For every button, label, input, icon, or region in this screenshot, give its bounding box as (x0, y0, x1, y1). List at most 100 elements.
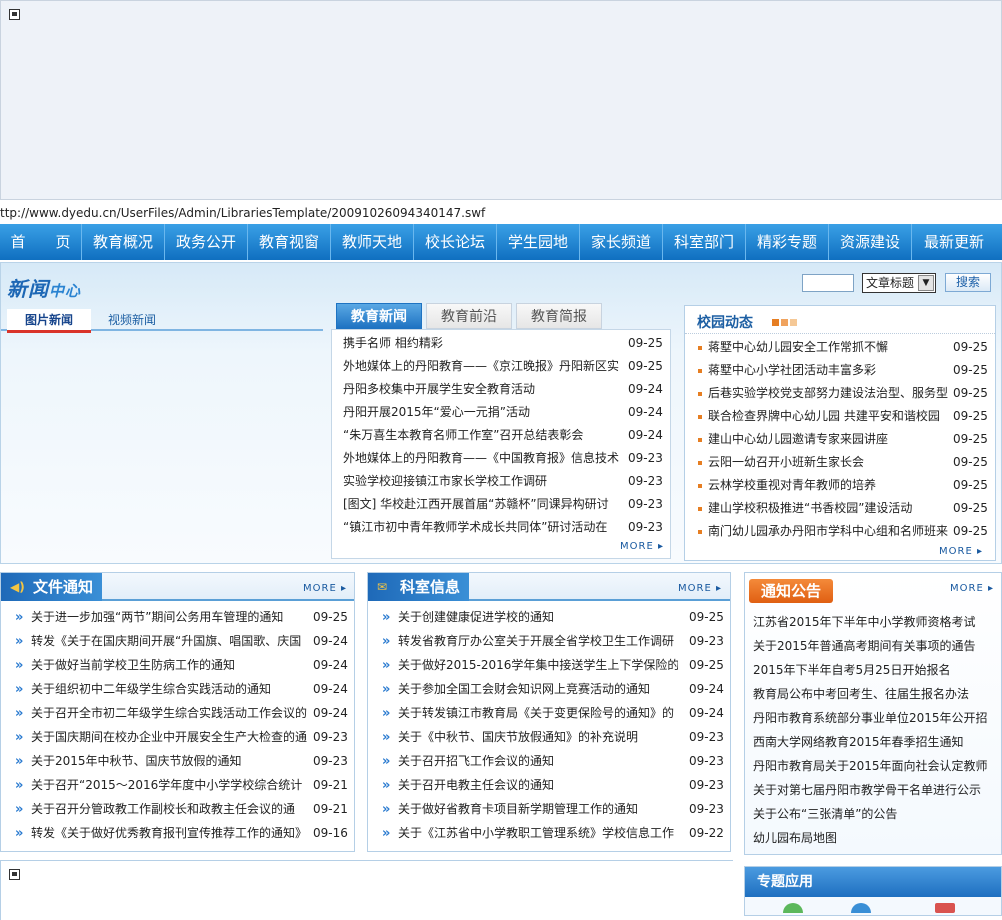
app-icon[interactable] (851, 903, 871, 913)
bullet-icon (698, 438, 702, 442)
list-item[interactable]: » 关于召开“2015～2016学年度中小学学校综合统计 09-21 (1, 774, 354, 797)
announcement-panel: 通知公告 MORE 江苏省2015年下半年中小学教师资格考试 关于2015年普通… (744, 572, 1002, 855)
campus-news-more-link[interactable]: MORE (939, 546, 983, 557)
announcement-more-link[interactable]: MORE (950, 583, 994, 594)
nav-topics[interactable]: 精彩专题 (746, 224, 829, 260)
nav-departments[interactable]: 科室部门 (663, 224, 746, 260)
bullet-icon (698, 484, 702, 488)
envelope-icon: ✉ (377, 580, 388, 594)
list-item[interactable]: » 关于转发镇江市教育局《关于变更保险号的通知》的 09-24 (368, 702, 730, 725)
list-item[interactable]: 关于2015年普通高考期间有关事项的通告 (753, 637, 999, 654)
bullet-icon (698, 392, 702, 396)
tab-picture-news[interactable]: 图片新闻 (7, 309, 91, 333)
list-item[interactable]: [图文] 华校赴江西开展首届“苏赣杯”同课异构研讨 09-23 (332, 493, 670, 516)
double-chevron-icon: » (382, 802, 391, 817)
list-item[interactable]: » 转发《关于在国庆期间开展“升国旗、唱国歌、庆国 09-24 (1, 630, 354, 653)
app-icon[interactable] (935, 903, 955, 913)
list-item[interactable]: » 关于创建健康促进学校的通知 09-25 (368, 606, 730, 629)
search-button[interactable]: 搜索 (945, 273, 991, 292)
list-item[interactable]: » 关于《江苏省中小学教职工管理系统》学校信息工作 09-22 (368, 822, 730, 845)
list-item[interactable]: » 关于做好2015-2016学年集中接送学生上下学保险的 09-25 (368, 654, 730, 677)
tab-education-news[interactable]: 教育新闻 (336, 303, 422, 329)
list-item[interactable]: 云阳一幼召开小班新生家长会 09-25 (685, 451, 995, 474)
list-item[interactable]: » 关于国庆期间在校办企业中开展安全生产大检查的通 09-23 (1, 726, 354, 749)
nav-teachers[interactable]: 教师天地 (331, 224, 414, 260)
list-item[interactable]: » 关于做好省教育卡项目新学期管理工作的通知 09-23 (368, 798, 730, 821)
list-item[interactable]: 建山中心幼儿园邀请专家来园讲座 09-25 (685, 428, 995, 451)
list-item[interactable]: » 关于2015年中秋节、国庆节放假的通知 09-23 (1, 750, 354, 773)
double-chevron-icon: » (15, 802, 24, 817)
double-chevron-icon: » (382, 610, 391, 625)
tab-education-brief[interactable]: 教育简报 (516, 303, 602, 329)
list-item[interactable]: » 转发省教育厅办公室关于开展全省学校卫生工作调研 09-23 (368, 630, 730, 653)
list-item[interactable]: 实验学校迎接镇江市家长学校工作调研 09-23 (332, 470, 670, 493)
list-item[interactable]: » 关于做好当前学校卫生防病工作的通知 09-24 (1, 654, 354, 677)
list-item[interactable]: » 关于召开招飞工作会议的通知 09-23 (368, 750, 730, 773)
list-item[interactable]: 蒋墅中心小学社团活动丰富多彩 09-25 (685, 359, 995, 382)
tab-education-frontier[interactable]: 教育前沿 (426, 303, 512, 329)
nav-overview[interactable]: 教育概况 (82, 224, 165, 260)
nav-latest[interactable]: 最新更新 (912, 224, 996, 260)
nav-home[interactable]: 首 页 (0, 224, 82, 260)
list-item[interactable]: 关于对第七届丹阳市教学骨干名单进行公示 (753, 781, 999, 798)
nav-resources[interactable]: 资源建设 (829, 224, 912, 260)
nav-principals[interactable]: 校长论坛 (414, 224, 497, 260)
double-chevron-icon: » (15, 754, 24, 769)
double-chevron-icon: » (15, 706, 24, 721)
list-item[interactable]: 2015年下半年自考5月25日开始报名 (753, 661, 999, 678)
list-item[interactable]: 丹阳市教育局关于2015年面向社会认定教师 (753, 757, 999, 774)
nav-parents[interactable]: 家长频道 (580, 224, 663, 260)
list-item[interactable]: » 关于组织初中二年级学生综合实践活动的通知 09-24 (1, 678, 354, 701)
search-input[interactable] (802, 274, 854, 292)
list-item[interactable]: 联合检查界牌中心幼儿园 共建平安和谐校园 09-25 (685, 405, 995, 428)
list-item[interactable]: 携手名师 相约精彩 09-25 (332, 332, 670, 355)
list-item[interactable]: 丹阳市教育系统部分事业单位2015年公开招 (753, 709, 999, 726)
list-item[interactable]: » 关于《中秋节、国庆节放假通知》的补充说明 09-23 (368, 726, 730, 749)
list-item[interactable]: 后巷实验学校党支部努力建设法治型、服务型 09-25 (685, 382, 995, 405)
education-news-more-link[interactable]: MORE (620, 541, 664, 552)
list-item[interactable]: 云林学校重视对青年教师的培养 09-25 (685, 474, 995, 497)
campus-news-title: 校园动态 (697, 315, 753, 331)
list-item[interactable]: » 关于进一步加强“两节”期间公务用车管理的通知 09-25 (1, 606, 354, 629)
list-item[interactable]: “朱万喜生本教育名师工作室”召开总结表彰会 09-24 (332, 424, 670, 447)
list-item[interactable]: 丹阳多校集中开展学生安全教育活动 09-24 (332, 378, 670, 401)
list-item[interactable]: » 关于召开分管政教工作副校长和政教主任会议的通 09-21 (1, 798, 354, 821)
file-notice-more-link[interactable]: MORE (303, 583, 347, 594)
list-item[interactable]: 关于公布“三张清单”的公告 (753, 805, 999, 822)
list-item[interactable]: 蒋墅中心幼儿园安全工作常抓不懈 09-25 (685, 336, 995, 359)
plugin-icon (9, 9, 20, 20)
list-item[interactable]: 建山学校积极推进“书香校园”建设活动 09-25 (685, 497, 995, 520)
double-chevron-icon: » (15, 826, 24, 841)
bullet-icon (698, 369, 702, 373)
list-item[interactable]: 外地媒体上的丹阳教育——《京江晚报》丹阳新区实 09-25 (332, 355, 670, 378)
list-item[interactable]: » 关于召开电教主任会议的通知 09-23 (368, 774, 730, 797)
flash-bottom-placeholder (0, 860, 733, 920)
double-chevron-icon: » (382, 826, 391, 841)
app-icon[interactable] (783, 903, 803, 913)
list-item[interactable]: 江苏省2015年下半年中小学教师资格考试 (753, 613, 999, 630)
double-chevron-icon: » (15, 730, 24, 745)
plugin-icon (9, 869, 20, 880)
search-field-select[interactable]: 文章标题 ▼ (862, 273, 936, 293)
list-item[interactable]: » 关于召开全市初二年级学生综合实践活动工作会议的 09-24 (1, 702, 354, 725)
double-chevron-icon: » (382, 730, 391, 745)
list-item[interactable]: 外地媒体上的丹阳教育——《中国教育报》信息技术 09-23 (332, 447, 670, 470)
list-item[interactable]: 西南大学网络教育2015年春季招生通知 (753, 733, 999, 750)
nav-government[interactable]: 政务公开 (165, 224, 248, 260)
list-item[interactable]: 教育局公布中考回考生、往届生报名办法 (753, 685, 999, 702)
list-item[interactable]: 幼儿园布局地图 (753, 829, 999, 846)
double-chevron-icon: » (382, 658, 391, 673)
list-item[interactable]: » 转发《关于做好优秀教育报刊宣传推荐工作的通知》 09-16 (1, 822, 354, 845)
nav-window[interactable]: 教育视窗 (248, 224, 331, 260)
tab-video-news[interactable]: 视频新闻 (97, 309, 167, 333)
list-item[interactable]: “镇江市初中青年教师学术成长共同体”研讨活动在 09-23 (332, 516, 670, 539)
list-item[interactable]: 南门幼儿园承办丹阳市学科中心组和名师班来 09-25 (685, 520, 995, 543)
education-news-list: 携手名师 相约精彩 09-25 外地媒体上的丹阳教育——《京江晚报》丹阳新区实 09… (331, 329, 671, 559)
list-item[interactable]: 丹阳开展2015年“爱心一元捐”活动 09-24 (332, 401, 670, 424)
office-info-more-link[interactable]: MORE (678, 583, 722, 594)
double-chevron-icon: » (15, 634, 24, 649)
news-center-title: 新闻中心 (7, 277, 82, 301)
list-item[interactable]: » 关于参加全国工会财会知识网上竞赛活动的通知 09-24 (368, 678, 730, 701)
nav-students[interactable]: 学生园地 (497, 224, 580, 260)
double-chevron-icon: » (382, 754, 391, 769)
